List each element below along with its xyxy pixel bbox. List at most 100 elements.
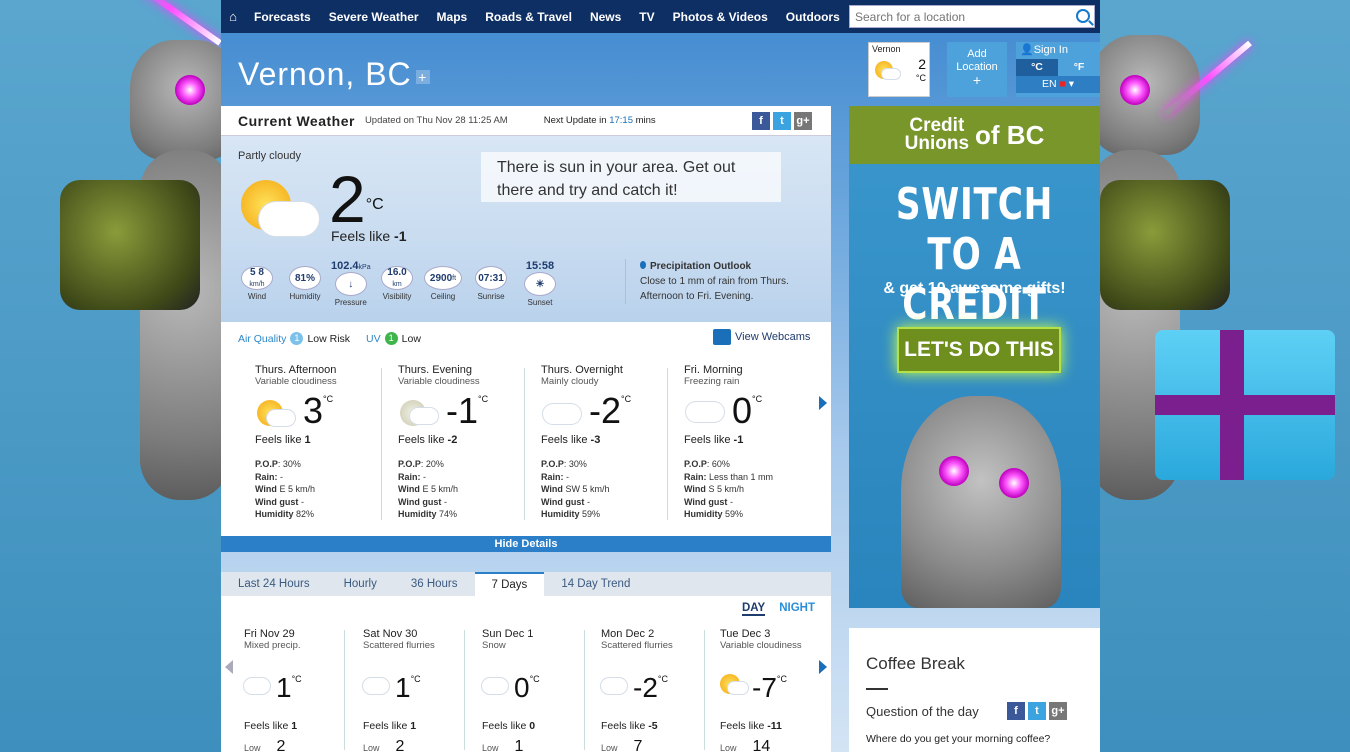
google-plus-icon[interactable]: g+ (794, 112, 812, 130)
night-toggle[interactable]: NIGHT (779, 602, 815, 616)
air-quality-uv: Air Quality 1 Low Risk UV 1 Low (238, 332, 421, 345)
hide-details-button[interactable]: Hide Details (221, 536, 831, 552)
condition-text: Partly cloudy (238, 150, 301, 162)
cat-eye-left (175, 75, 205, 105)
stat-pressure: 102.4kPa ↓ Pressure (331, 260, 371, 307)
city-name: Vernon, BC (238, 56, 412, 92)
divider (464, 630, 465, 750)
tab-36-hours[interactable]: 36 Hours (394, 572, 475, 596)
city-title: Vernon, BC + (238, 56, 430, 93)
current-temp: 2°C (329, 162, 384, 236)
mini-city: Vernon (872, 44, 901, 54)
social-share: f t g+ (752, 112, 812, 130)
cloud-icon (882, 69, 900, 79)
twitter-icon[interactable]: t (1028, 702, 1046, 720)
nav-severe-weather[interactable]: Severe Weather (320, 10, 428, 24)
tab-last-24-hours[interactable]: Last 24 Hours (221, 572, 327, 596)
stat-humidity: 81% Humidity (289, 266, 321, 301)
divider (344, 630, 345, 750)
language-select[interactable]: EN ■ ▾ (1016, 76, 1100, 93)
day-toggle[interactable]: DAY (741, 602, 766, 616)
sun-message: There is sun in your area. Get out there… (481, 152, 781, 202)
divider (524, 368, 525, 520)
divider (866, 688, 888, 690)
nav-roads-travel[interactable]: Roads & Travel (476, 10, 581, 24)
nav-forecasts[interactable]: Forecasts (245, 10, 320, 24)
cloud-icon (410, 408, 438, 424)
nav-photos-videos[interactable]: Photos & Videos (664, 10, 777, 24)
cloud-icon (728, 682, 748, 694)
period-forecast: Thurs. Overnight Mainly cloudy -2°C Feels… (541, 364, 632, 520)
gift-ribbon (1155, 395, 1335, 415)
background-left (0, 0, 221, 752)
raindrop-icon (640, 261, 646, 269)
nav-outdoors[interactable]: Outdoors (777, 10, 849, 24)
question-of-day-label: Question of the day (866, 704, 979, 719)
armor-left (60, 180, 200, 310)
stat-visibility: 16.0 km Visibility (381, 266, 413, 301)
current-weather-panel: Current Weather Updated on Thu Nov 28 11… (221, 106, 831, 536)
day-forecast: Fri Nov 29 Mixed precip. 1°C Feels like 1… (244, 628, 302, 752)
nav-news[interactable]: News (581, 10, 630, 24)
pressure-arrow-icon: ↓ (334, 272, 367, 296)
flurries-icon (601, 678, 627, 694)
divider (584, 630, 585, 750)
facebook-icon[interactable]: f (752, 112, 770, 130)
forecast-tabs: Last 24 Hours Hourly 36 Hours 7 Days 14 … (221, 572, 831, 596)
tab-14-day-trend[interactable]: 14 Day Trend (544, 572, 647, 596)
stat-sunrise: 07:31 Sunrise (475, 266, 507, 301)
plus-icon: + (972, 72, 982, 88)
period-forecast: Fri. Morning Freezing rain 0°C Feels like… (684, 364, 774, 520)
twitter-icon[interactable]: t (773, 112, 791, 130)
add-city-plus-icon[interactable]: + (415, 69, 430, 84)
air-quality-link[interactable]: Air Quality (238, 333, 286, 345)
prev-arrow-icon[interactable] (225, 660, 233, 674)
day-night-toggle: DAY NIGHT (741, 602, 815, 616)
sunset-icon: ☀ (524, 272, 556, 296)
day-forecast: Sun Dec 1 Snow 0°C Feels like 0 Low 1 (482, 628, 540, 752)
flurries-icon (363, 678, 389, 694)
celsius-toggle[interactable]: °C (1016, 59, 1058, 76)
search-input[interactable] (850, 9, 1070, 24)
next-arrow-icon[interactable] (819, 396, 827, 410)
nav-maps[interactable]: Maps (428, 10, 477, 24)
add-location-button[interactable]: Add Location + (947, 42, 1007, 97)
ad-cta-button[interactable]: LET'S DO THIS (897, 327, 1061, 373)
ad-cat-eye (999, 468, 1029, 498)
ad-subtext: & get 10 awesome gifts! (883, 280, 1066, 297)
armor-right (1100, 180, 1230, 310)
visibility-icon: 16.0 km (381, 266, 413, 290)
user-icon: 👤 (1020, 44, 1034, 56)
divider (667, 368, 668, 520)
day-forecast: Tue Dec 3 Variable cloudiness -7°C Feels … (720, 628, 802, 752)
divider (381, 368, 382, 520)
top-nav: ⌂ Forecasts Severe Weather Maps Roads & … (221, 0, 1100, 33)
background-right (1100, 0, 1350, 752)
seven-day-forecast: DAY NIGHT Fri Nov 29 Mixed precip. 1°C Fe… (221, 596, 831, 752)
mixed-precip-icon (244, 678, 270, 694)
updated-time: Updated on Thu Nov 28 11:25 AM (364, 115, 508, 126)
google-plus-icon[interactable]: g+ (1049, 702, 1067, 720)
search-icon[interactable] (1076, 9, 1090, 23)
divider (704, 630, 705, 750)
wind-icon: 5 8 km/h (241, 266, 273, 290)
sign-in-panel: 👤Sign In °C °F EN ■ ▾ (1016, 42, 1100, 97)
tab-7-days[interactable]: 7 Days (474, 572, 545, 596)
nav-tv[interactable]: TV (630, 10, 663, 24)
uv-link[interactable]: UV (366, 333, 381, 345)
period-forecast: Thurs. Evening Variable cloudiness -1°C F… (398, 364, 489, 520)
mini-weather-widget[interactable]: Vernon 2 °C (868, 42, 930, 97)
cloud-icon (267, 410, 295, 426)
sign-in-button[interactable]: 👤Sign In (1016, 42, 1100, 59)
chevron-down-icon: ▾ (1068, 78, 1075, 90)
tab-hourly[interactable]: Hourly (327, 572, 394, 596)
view-webcams-link[interactable]: View Webcams (713, 329, 810, 345)
coffee-break-panel: Coffee Break Question of the day f t g+ … (849, 628, 1100, 752)
credit-union-ad[interactable]: CreditUnionsof BC SWITCH TO ACREDIT UNIO… (849, 106, 1100, 608)
current-weather-header: Current Weather Updated on Thu Nov 28 11… (221, 106, 831, 136)
day-forecast: Sat Nov 30 Scattered flurries 1°C Feels l… (363, 628, 435, 752)
facebook-icon[interactable]: f (1007, 702, 1025, 720)
fahrenheit-toggle[interactable]: °F (1058, 59, 1100, 76)
home-icon[interactable]: ⌂ (221, 0, 245, 33)
social-share: f t g+ (1007, 702, 1067, 720)
